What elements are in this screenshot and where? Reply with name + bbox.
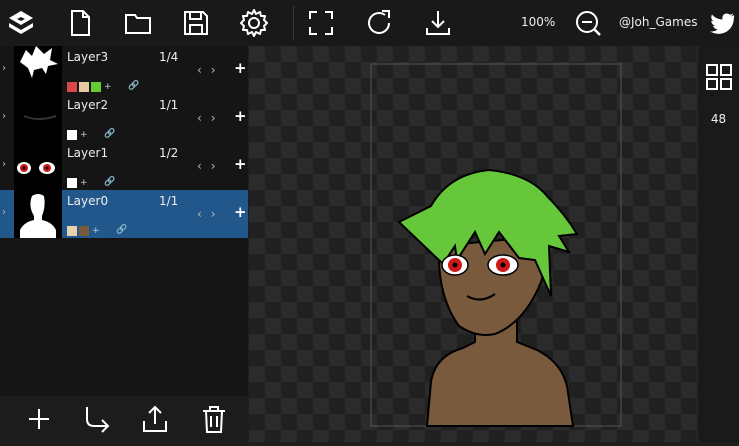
color-swatch[interactable] — [67, 82, 77, 92]
color-swatch[interactable] — [79, 226, 89, 236]
layer-frame-count: 1/2 — [159, 146, 179, 160]
color-swatch[interactable] — [67, 226, 77, 236]
folder-icon[interactable] — [121, 6, 155, 40]
layer-row[interactable]: › Layer2 1/1 ‹› + + 🔗 — [0, 94, 248, 142]
twitter-icon[interactable] — [705, 6, 739, 40]
layer-frame-nav-icon[interactable]: ‹› — [197, 63, 225, 77]
color-swatches: + 🔗 — [67, 177, 115, 188]
layer-frame-nav-icon[interactable]: ‹› — [197, 207, 225, 221]
delete-layer-icon[interactable] — [199, 404, 229, 434]
layer-frame-nav-icon[interactable]: ‹› — [197, 159, 225, 173]
save-icon[interactable] — [179, 6, 213, 40]
color-swatches: + 🔗 — [67, 225, 127, 236]
color-swatches: + 🔗 — [67, 129, 115, 140]
add-frame-icon[interactable]: + — [234, 203, 247, 221]
layer-frame-count: 1/1 — [159, 194, 179, 208]
new-file-icon[interactable] — [63, 6, 97, 40]
color-swatch[interactable] — [79, 82, 89, 92]
add-swatch-icon[interactable]: + — [80, 130, 88, 140]
fullscreen-icon[interactable] — [304, 6, 338, 40]
grid-value: 48 — [710, 112, 727, 126]
zoom-level: 100% — [521, 15, 556, 29]
add-layer-icon[interactable] — [24, 404, 54, 434]
redo-icon[interactable] — [363, 6, 397, 40]
canvas-area[interactable] — [249, 46, 698, 442]
layer-thumbnail — [14, 190, 62, 238]
layer-row-selected[interactable]: › Layer0 1/1 ‹› + + 🔗 — [0, 190, 248, 238]
expand-chevron-icon[interactable]: › — [2, 63, 6, 74]
add-swatch-icon[interactable]: + — [104, 82, 112, 92]
layer-frame-nav-icon[interactable]: ‹› — [197, 111, 225, 125]
layers-panel: › Layer3 1/4 ‹› + + 🔗 › Layer2 1/1 ‹› + … — [0, 46, 248, 442]
layer-thumbnail — [14, 142, 62, 190]
layer-thumbnail — [14, 94, 62, 142]
toolbar-separator — [293, 6, 294, 40]
layer-thumbnail — [14, 46, 62, 94]
settings-icon[interactable] — [237, 6, 271, 40]
layer-row[interactable]: › Layer3 1/4 ‹› + + 🔗 — [0, 46, 248, 94]
layer-name[interactable]: Layer0 — [67, 194, 108, 208]
layer-frame-count: 1/4 — [159, 50, 179, 64]
username-link[interactable]: @Joh_Games — [619, 15, 697, 29]
right-sidebar: 48 — [698, 46, 739, 442]
layer-actions-bar — [0, 396, 248, 442]
link-icon[interactable]: 🔗 — [104, 129, 115, 139]
add-swatch-icon[interactable]: + — [80, 178, 88, 188]
layer-name[interactable]: Layer2 — [67, 98, 108, 112]
export-layer-icon[interactable] — [140, 404, 170, 434]
expand-chevron-icon[interactable]: › — [2, 207, 6, 218]
app-logo-icon[interactable] — [4, 6, 38, 40]
top-toolbar: 100% @Joh_Games — [0, 0, 739, 46]
zoom-icon[interactable] — [571, 6, 605, 40]
grid-view-icon[interactable] — [706, 64, 732, 90]
link-icon[interactable]: 🔗 — [104, 177, 115, 187]
drawing-canvas[interactable] — [249, 46, 698, 442]
color-swatches: + 🔗 — [67, 81, 139, 92]
add-frame-icon[interactable]: + — [234, 107, 247, 125]
expand-chevron-icon[interactable]: › — [2, 159, 6, 170]
add-frame-icon[interactable]: + — [234, 59, 247, 77]
merge-down-icon[interactable] — [82, 404, 112, 434]
color-swatch[interactable] — [67, 178, 77, 188]
link-icon[interactable]: 🔗 — [128, 81, 139, 91]
color-swatch[interactable] — [91, 82, 101, 92]
layer-name[interactable]: Layer3 — [67, 50, 108, 64]
add-swatch-icon[interactable]: + — [92, 226, 100, 236]
expand-chevron-icon[interactable]: › — [2, 111, 6, 122]
download-icon[interactable] — [421, 6, 455, 40]
layer-row[interactable]: › Layer1 1/2 ‹› + + 🔗 — [0, 142, 248, 190]
color-swatch[interactable] — [67, 130, 77, 140]
layer-name[interactable]: Layer1 — [67, 146, 108, 160]
link-icon[interactable]: 🔗 — [116, 225, 127, 235]
add-frame-icon[interactable]: + — [234, 155, 247, 173]
layer-frame-count: 1/1 — [159, 98, 179, 112]
